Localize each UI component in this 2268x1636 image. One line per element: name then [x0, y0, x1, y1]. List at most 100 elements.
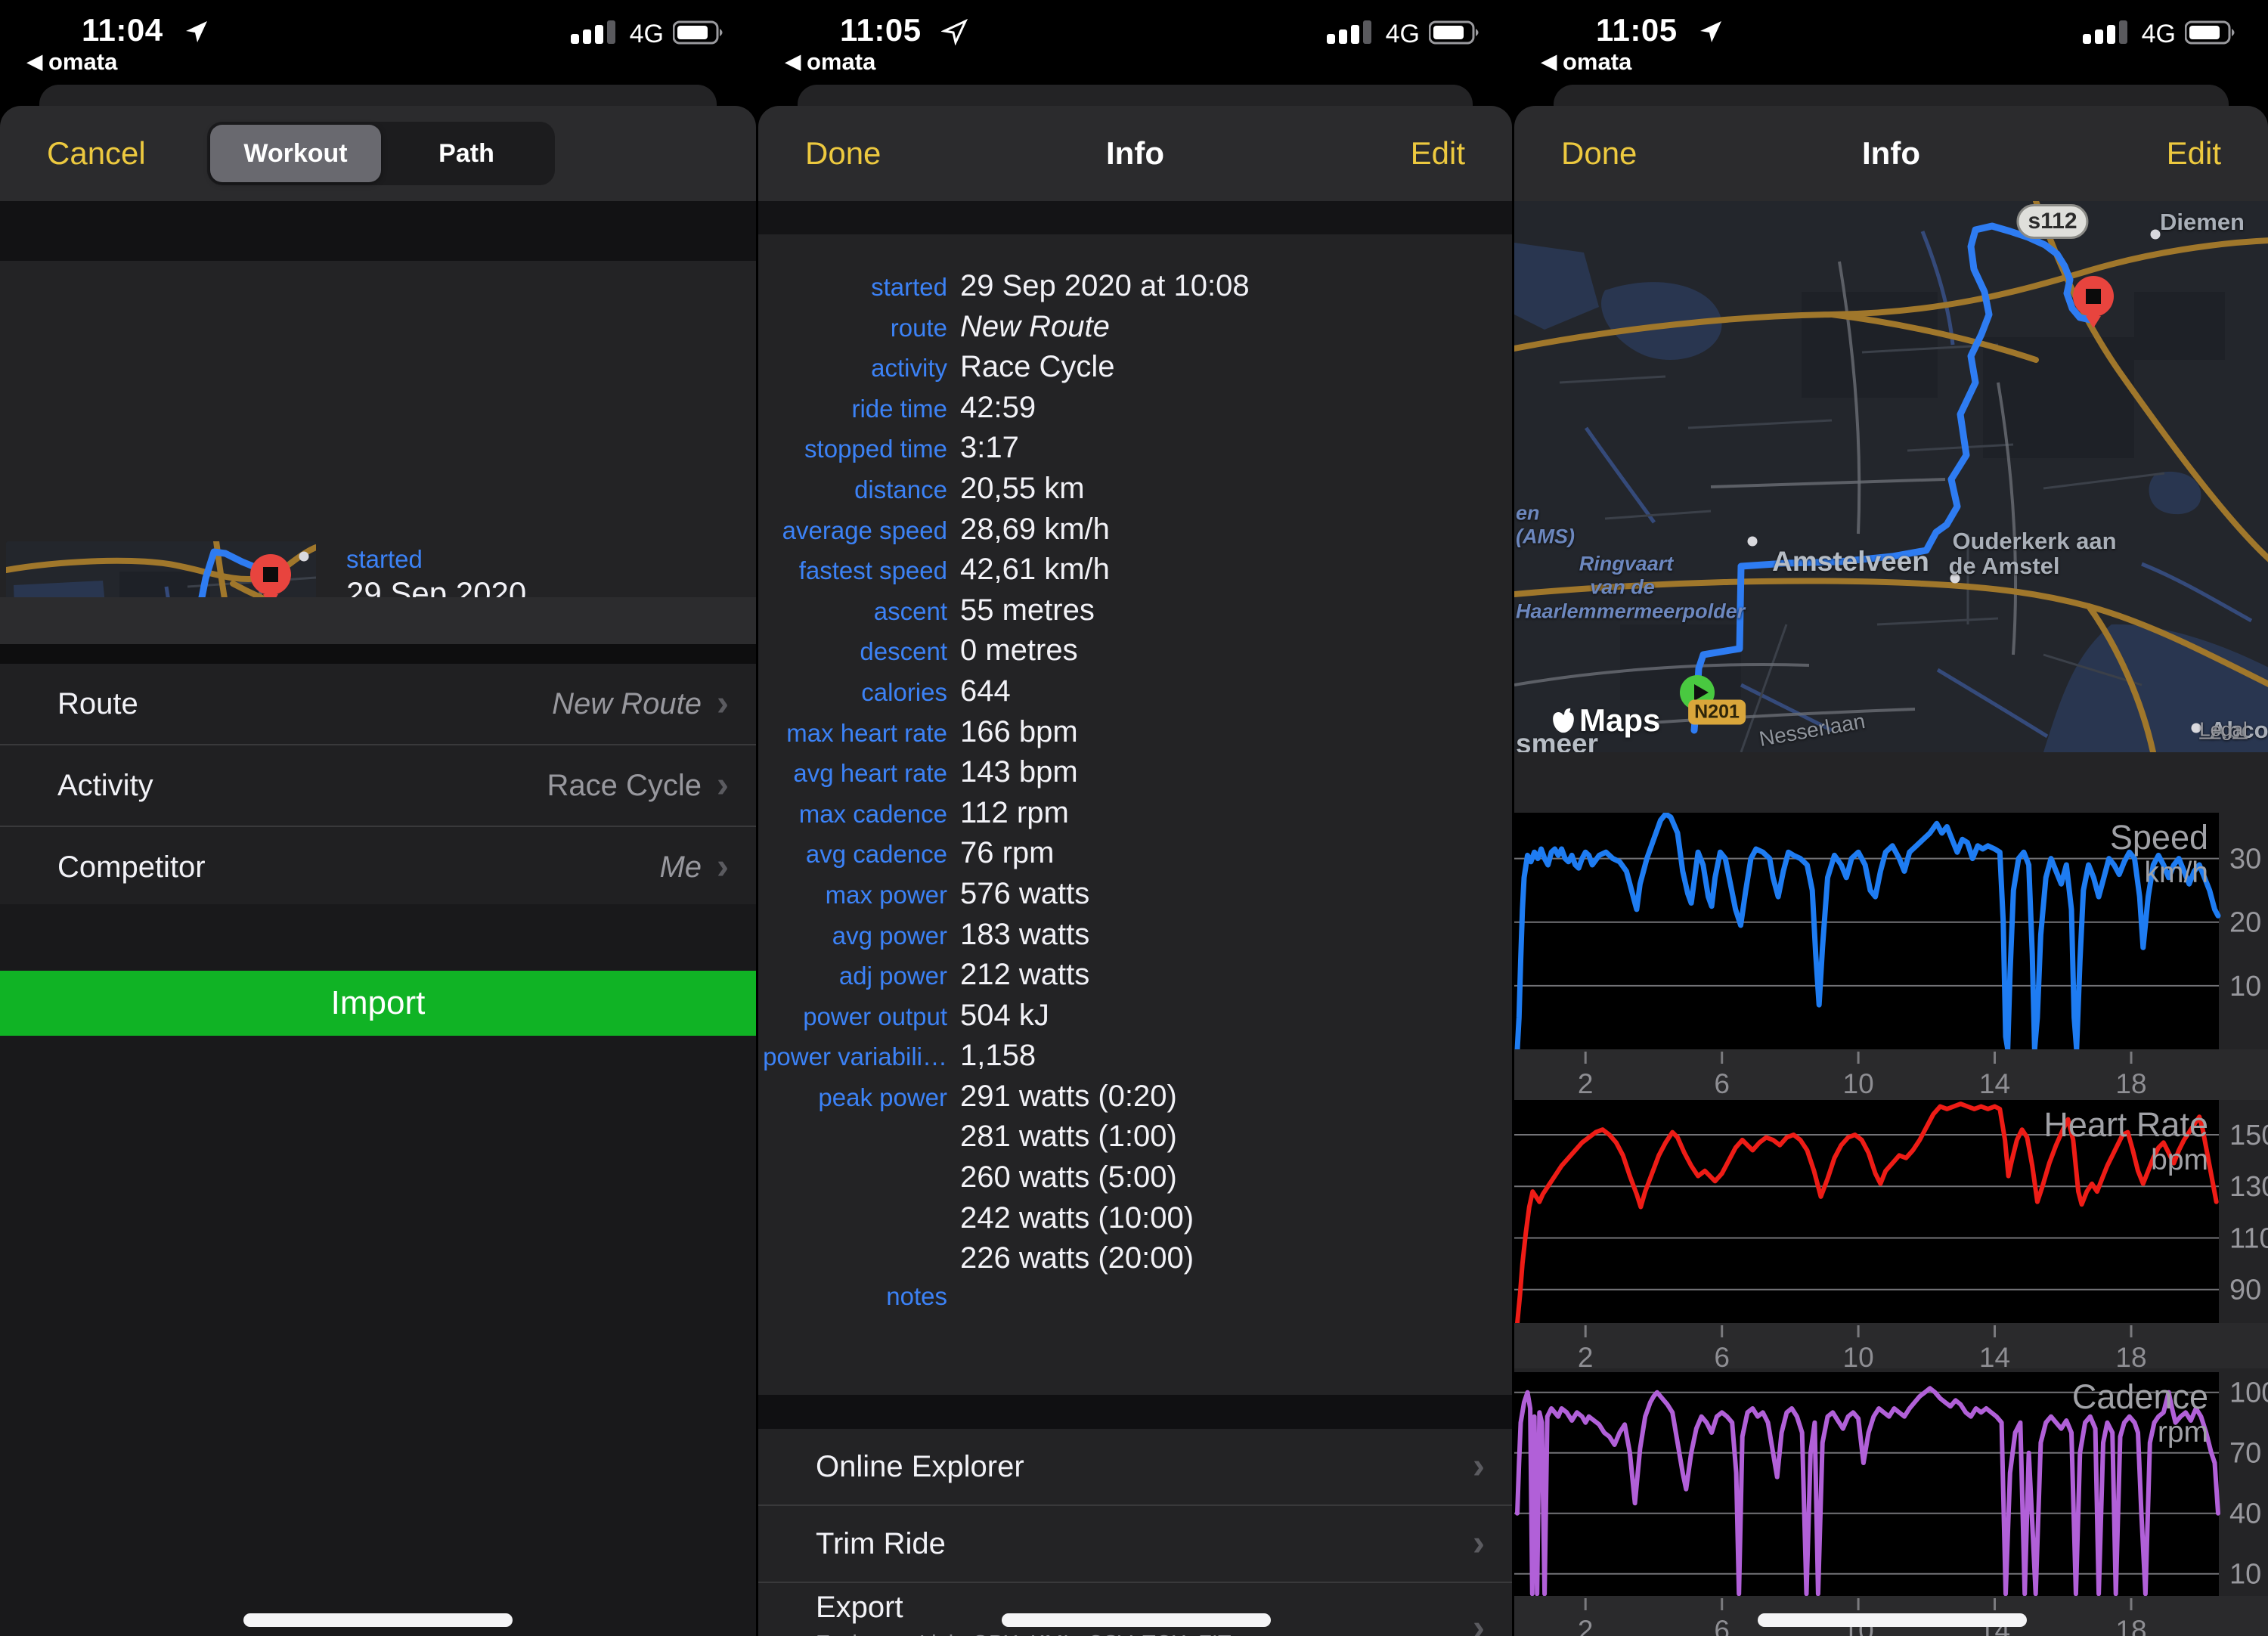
svg-text:Speed: Speed: [2110, 818, 2208, 857]
chevron-right-icon: ›: [717, 849, 729, 885]
info-label: avg cadence: [758, 840, 947, 869]
svg-text:130: 130: [2229, 1171, 2268, 1203]
status-right-cluster: 4G: [1327, 20, 1482, 49]
info-value: 281 watts (1:00): [960, 1120, 1177, 1154]
info-row: notes: [758, 1282, 1512, 1323]
map-road-badge: N201: [1688, 700, 1746, 725]
info-row: routeNew Route: [758, 310, 1512, 351]
info-label: calories: [758, 678, 947, 707]
info-label: avg power: [758, 922, 947, 950]
home-indicator[interactable]: [243, 1613, 513, 1627]
info-row: ride time42:59: [758, 391, 1512, 432]
charts-section: 102030Speedkm/h26101418 90110130150Heart…: [1514, 752, 2268, 1636]
import-button[interactable]: Import: [0, 971, 756, 1036]
info-row: average speed 28,69 km/h: [758, 513, 1512, 553]
info-label: power output: [758, 1002, 947, 1031]
ride-route-map[interactable]: AmstelveenOuderkerk aande AmstelDiemenAb…: [1514, 201, 2268, 752]
chevron-right-icon: ›: [1473, 1449, 1485, 1485]
svg-text:10: 10: [2229, 1559, 2261, 1591]
import-options-list: RouteNew Route›ActivityRace Cycle›Compet…: [0, 664, 756, 904]
section-gap: [758, 201, 1512, 234]
row-value: New Route: [552, 687, 702, 721]
svg-text:2: 2: [1578, 1068, 1594, 1099]
info-value: 644: [960, 674, 1011, 708]
map-label: van de: [1590, 576, 1655, 600]
section-gap: [0, 201, 756, 261]
map-town-dot: [299, 552, 309, 562]
svg-text:20: 20: [2229, 907, 2261, 939]
action-label: Online Explorer: [816, 1450, 1473, 1484]
svg-text:30: 30: [2229, 844, 2261, 875]
status-right-cluster: 4G: [571, 20, 726, 49]
back-triangle-icon: ◀: [1541, 50, 1557, 73]
edit-button[interactable]: Edit: [1411, 106, 1465, 201]
screen-ride-info: 11:05 ◀omata 4G Done Info Edit started29…: [756, 0, 1512, 1636]
info-value: Race Cycle: [960, 350, 1115, 384]
map-road-badge: s112: [2016, 204, 2088, 239]
segmented-control[interactable]: Workout Path: [207, 122, 555, 185]
info-row: started29 Sep 2020 at 10:08: [758, 269, 1512, 310]
info-value: 29 Sep 2020 at 10:08: [960, 269, 1250, 303]
info-row: activity Race Cycle: [758, 350, 1512, 391]
info-value: 0 metres: [960, 634, 1078, 668]
info-label: distance: [758, 476, 947, 504]
info-value: 576 watts: [960, 877, 1089, 911]
svg-text:110: 110: [2229, 1223, 2268, 1255]
action-row-export[interactable]: ExportExchange Link, GPX, KML, CSV, TCX,…: [758, 1582, 1512, 1636]
option-row-competitor[interactable]: CompetitorMe ›: [0, 826, 756, 907]
info-label: fastest speed: [758, 556, 947, 585]
info-row-continued: 281 watts (1:00): [758, 1120, 1512, 1160]
svg-text:40: 40: [2229, 1498, 2261, 1530]
status-right-cluster: 4G: [2083, 20, 2238, 49]
apple-maps-logo: Maps: [1552, 702, 1660, 739]
back-to-app[interactable]: ◀omata: [785, 48, 875, 76]
home-indicator[interactable]: [1758, 1613, 2027, 1627]
svg-text:2: 2: [1578, 1615, 1594, 1636]
info-row: fastest speed42,61 km/h: [758, 553, 1512, 593]
map-label: Haarlemmermeerpolder: [1516, 600, 1745, 624]
svg-text:100: 100: [2229, 1377, 2268, 1409]
signal-bars-icon: [2083, 20, 2133, 49]
svg-text:18: 18: [2115, 1068, 2146, 1099]
info-value: 504 kJ: [960, 999, 1049, 1033]
chevron-right-icon: ›: [717, 686, 729, 722]
screen-import-workout: 11:04 ◀omata 4G Cancel Workout Path Amst…: [0, 0, 756, 1636]
segment-path[interactable]: Path: [381, 125, 552, 182]
row-label: Competitor: [57, 851, 659, 885]
option-row-route[interactable]: RouteNew Route›: [0, 664, 756, 744]
cadence-chart[interactable]: 104070100Cadencerpm26101418: [1514, 1372, 2268, 1636]
info-row: avg cadence76 rpm: [758, 836, 1512, 877]
edit-button[interactable]: Edit: [2167, 106, 2221, 201]
info-row: max power576 watts: [758, 877, 1512, 918]
info-label: route: [758, 314, 947, 342]
row-value: Me: [659, 851, 702, 885]
section-gap: [758, 1395, 1512, 1429]
home-indicator[interactable]: [1002, 1613, 1271, 1627]
heart-rate-chart[interactable]: 90110130150Heart Ratebpm26101418: [1514, 1100, 2268, 1368]
action-row-trim-ride[interactable]: Trim Ride›: [758, 1504, 1512, 1582]
back-to-app[interactable]: ◀omata: [1541, 48, 1631, 76]
info-label: average speed: [758, 516, 947, 545]
cancel-button[interactable]: Cancel: [47, 106, 146, 201]
svg-text:2: 2: [1578, 1342, 1594, 1368]
nav-bar: Done Info Edit: [758, 106, 1512, 201]
svg-text:70: 70: [2229, 1438, 2261, 1470]
info-label: activity: [758, 354, 947, 383]
map-label: de Amstel: [1948, 553, 2059, 580]
status-time: 11:05: [840, 12, 922, 48]
info-value: 260 watts (5:00): [960, 1160, 1177, 1194]
info-row: ascent55 metres: [758, 593, 1512, 634]
segment-workout[interactable]: Workout: [210, 125, 381, 182]
info-label: notes: [758, 1282, 947, 1311]
page-title: Info: [1514, 106, 2268, 201]
action-row-online-explorer[interactable]: Online Explorer›: [758, 1429, 1512, 1504]
option-row-activity[interactable]: ActivityRace Cycle›: [0, 744, 756, 826]
info-value: 28,69 km/h: [960, 513, 1110, 547]
info-value: 212 watts: [960, 958, 1089, 992]
info-label: descent: [758, 637, 947, 666]
speed-chart[interactable]: 102030Speedkm/h26101418: [1514, 813, 2268, 1100]
map-town-dot: [2151, 230, 2161, 240]
section-gap: [0, 644, 756, 664]
back-to-app[interactable]: ◀omata: [27, 48, 117, 76]
map-label: Legal: [2199, 718, 2248, 742]
